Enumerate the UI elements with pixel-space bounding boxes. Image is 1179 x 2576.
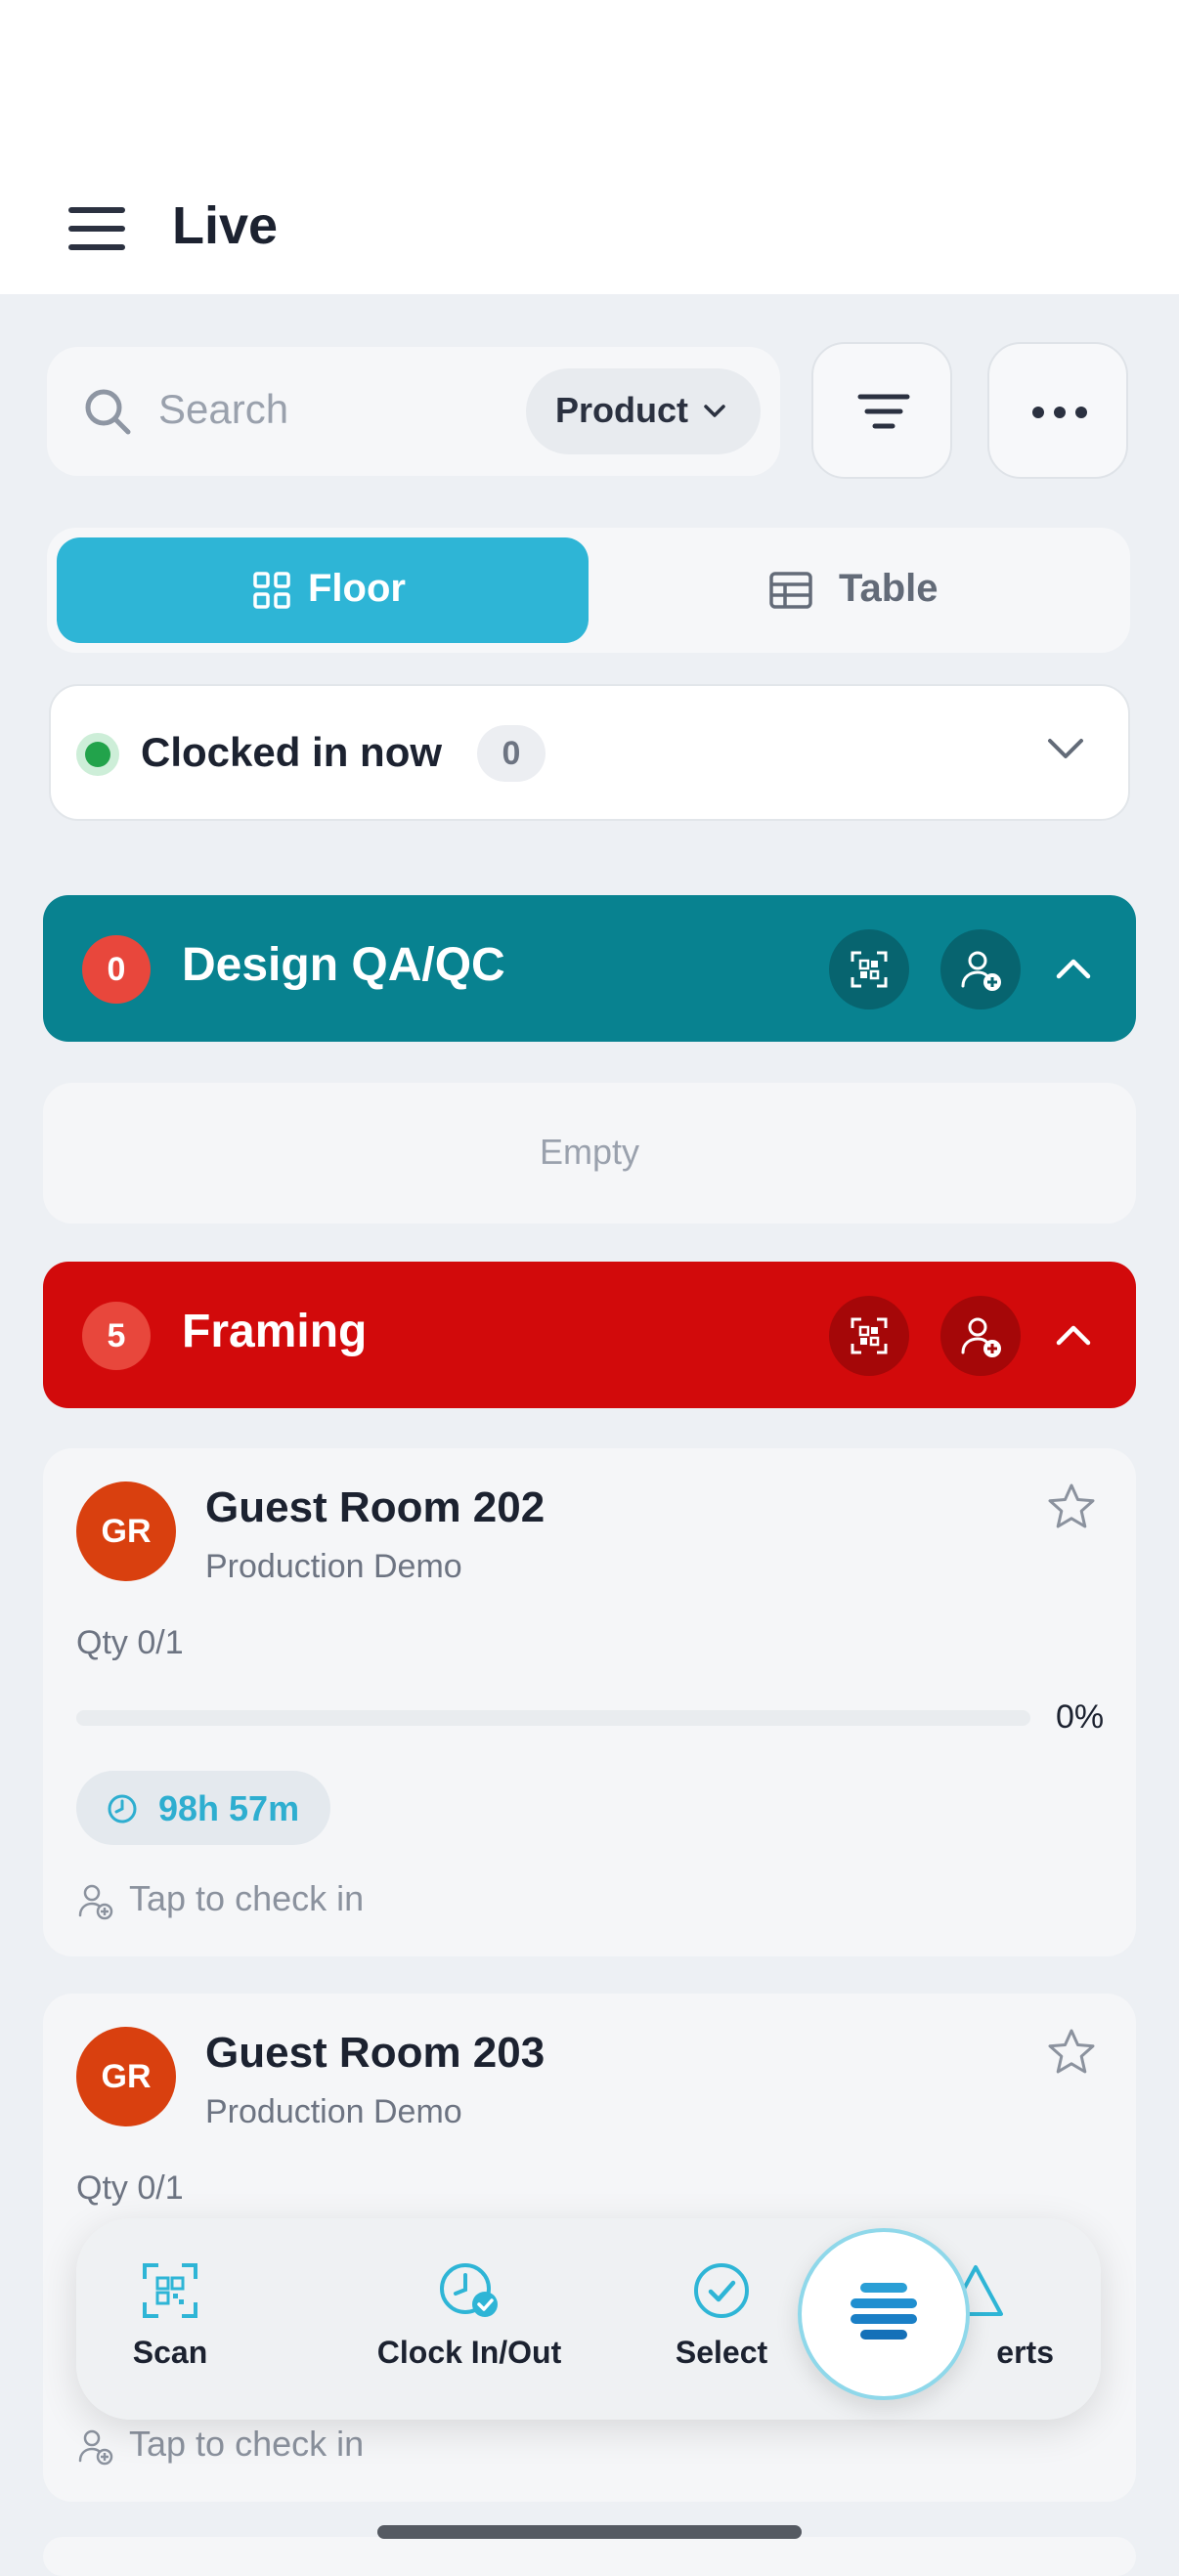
empty-label: Empty	[539, 1132, 640, 1172]
search-placeholder: Search	[158, 386, 289, 432]
qr-scan-icon	[851, 951, 888, 988]
group-header-framing[interactable]: 5 Framing	[43, 1262, 1136, 1408]
clock-in-out-label: Clock In/Out	[376, 2335, 562, 2370]
qr-scan-icon	[143, 2263, 197, 2318]
card-title: Guest Room 203	[205, 2029, 546, 2077]
add-user-icon	[78, 1884, 113, 1920]
scan-qr-button[interactable]	[829, 929, 909, 1009]
clock-in-out-button[interactable]: Clock In/Out	[362, 2261, 577, 2371]
select-button[interactable]: Select	[653, 2261, 790, 2371]
chevron-down-icon	[704, 405, 725, 417]
qr-scan-icon	[851, 1317, 888, 1354]
timer-label: 98h 57m	[158, 1788, 300, 1828]
add-user-button[interactable]	[940, 1296, 1021, 1376]
home-indicator[interactable]	[377, 2525, 802, 2539]
chevron-up-icon[interactable]	[1054, 949, 1093, 988]
add-user-icon	[78, 2429, 113, 2466]
select-label: Select	[675, 2335, 768, 2370]
star-icon[interactable]	[1046, 2027, 1097, 2078]
table-icon	[769, 572, 812, 609]
empty-state: Empty	[43, 1083, 1136, 1224]
quantity-label: Qty 0/1	[76, 1624, 184, 1661]
clocked-in-count-badge: 0	[477, 725, 546, 782]
card-title: Guest Room 202	[205, 1483, 546, 1531]
tab-floor-label: Floor	[308, 567, 406, 610]
more-options-button[interactable]	[987, 342, 1128, 479]
avatar: GR	[76, 2027, 176, 2126]
check-circle-icon	[694, 2263, 749, 2318]
menu-icon[interactable]	[68, 207, 125, 250]
timer-badge: 98h 57m	[76, 1771, 330, 1845]
clocked-in-label: Clocked in now	[141, 729, 443, 775]
tab-table-label: Table	[839, 567, 939, 610]
product-filter-dropdown[interactable]: Product	[526, 368, 761, 454]
group-count-badge: 0	[82, 935, 151, 1004]
group-count-badge: 5	[82, 1302, 151, 1370]
product-filter-label: Product	[555, 390, 689, 430]
progress-bar	[76, 1710, 1030, 1726]
add-user-button[interactable]	[940, 929, 1021, 1009]
filter-icon	[857, 394, 910, 429]
group-title: Design QA/QC	[182, 939, 505, 991]
scan-button[interactable]: Scan	[102, 2261, 239, 2371]
tab-floor[interactable]: Floor	[57, 537, 589, 643]
view-toggle: Floor Table	[47, 528, 1130, 653]
clock-icon	[108, 1794, 137, 1824]
assistant-fab[interactable]	[798, 2228, 970, 2400]
scan-label: Scan	[132, 2335, 208, 2370]
card-subtitle: Production Demo	[205, 1548, 462, 1585]
card-subtitle: Production Demo	[205, 2093, 462, 2130]
stacked-layers-icon	[851, 2283, 917, 2340]
group-header-design-qa-qc[interactable]: 0 Design QA/QC	[43, 895, 1136, 1042]
chevron-up-icon[interactable]	[1054, 1315, 1093, 1354]
scan-qr-button[interactable]	[829, 1296, 909, 1376]
avatar: GR	[76, 1481, 176, 1581]
grid-icon	[253, 572, 290, 609]
check-in-label: Tap to check in	[129, 1878, 365, 1918]
group-title: Framing	[182, 1306, 368, 1357]
add-user-icon	[961, 1317, 1001, 1357]
search-input[interactable]: Search Product	[47, 347, 780, 476]
search-icon	[85, 389, 131, 435]
chevron-down-icon[interactable]	[1046, 735, 1085, 764]
task-card[interactable]: GR Guest Room 202 Production Demo Qty 0/…	[43, 1448, 1136, 1956]
quantity-label: Qty 0/1	[76, 2169, 184, 2207]
check-in-label: Tap to check in	[129, 2424, 365, 2464]
page-title: Live	[172, 196, 279, 255]
task-card[interactable]	[43, 2537, 1136, 2576]
status-dot	[76, 733, 119, 776]
more-icon	[1032, 407, 1087, 418]
clock-check-icon	[440, 2263, 498, 2317]
clocked-in-panel[interactable]: Clocked in now 0	[49, 684, 1130, 821]
progress-percent: 0%	[1056, 1698, 1105, 1736]
add-user-icon	[961, 951, 1001, 991]
filter-button[interactable]	[811, 342, 952, 479]
star-icon[interactable]	[1046, 1481, 1097, 1532]
